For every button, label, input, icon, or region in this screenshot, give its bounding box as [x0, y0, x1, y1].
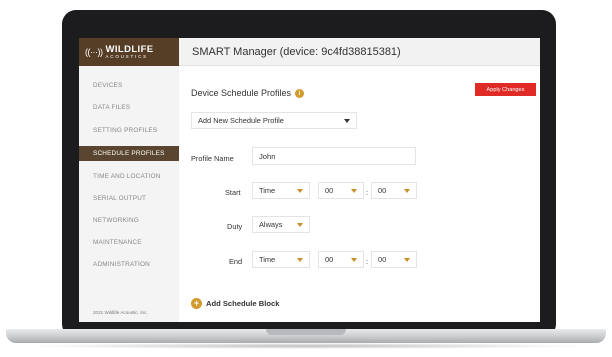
start-minute-select[interactable]: 00 [371, 182, 417, 199]
section-title: Device Schedule Profiles i [191, 88, 305, 98]
chevron-down-icon [351, 258, 357, 262]
add-schedule-block-label: Add Schedule Block [206, 299, 280, 308]
start-mode-select[interactable]: Time [252, 182, 310, 199]
plus-icon: + [191, 298, 202, 309]
brand-name: WILDLIFE [105, 43, 154, 55]
section-title-text: Device Schedule Profiles [191, 88, 292, 98]
copyright-text: 2021 Wildlife Acoustic, Inc. [93, 310, 148, 315]
start-mode-value: Time [259, 186, 276, 195]
start-label: Start [225, 188, 241, 197]
chevron-down-icon [351, 189, 357, 193]
info-icon[interactable]: i [295, 88, 305, 98]
chevron-down-icon [297, 223, 303, 227]
duty-value: Always [259, 220, 283, 229]
end-hour-value: 00 [325, 255, 334, 264]
time-separator: : [366, 188, 369, 197]
chevron-down-icon [344, 119, 350, 123]
end-minute-value: 00 [378, 255, 387, 264]
profile-name-input[interactable]: John [252, 147, 416, 165]
laptop-mockup: ((···)) WILDLIFE ACOUSTICS SMART Manager… [0, 0, 612, 357]
sidebar-item-time-and-location[interactable]: TIME AND LOCATION [79, 169, 179, 184]
profile-name-label: Profile Name [191, 154, 234, 163]
laptop-shadow [20, 343, 592, 349]
duty-select[interactable]: Always [252, 216, 310, 233]
chevron-down-icon [404, 258, 410, 262]
brand-wordmark: WILDLIFE ACOUSTICS [105, 43, 154, 60]
sidebar-item-networking[interactable]: NETWORKING [79, 213, 179, 228]
chevron-down-icon [297, 258, 303, 262]
laptop-notch [266, 329, 346, 335]
schedule-profile-select-value: Add New Schedule Profile [198, 116, 284, 125]
sidebar-item-serial-output[interactable]: SERIAL OUTPUT [79, 191, 179, 206]
schedule-profile-select[interactable]: Add New Schedule Profile [191, 112, 357, 129]
end-mode-value: Time [259, 255, 276, 264]
chevron-down-icon [404, 189, 410, 193]
sidebar-nav: DEVICES DATA FILES SETTING PROFILES SCHE… [79, 66, 179, 322]
duty-label: Duty [227, 222, 243, 231]
apply-changes-button[interactable]: Apply Changes [475, 83, 536, 96]
end-label: End [229, 257, 243, 266]
end-mode-select[interactable]: Time [252, 251, 310, 268]
add-schedule-block-button[interactable]: + Add Schedule Block [191, 298, 279, 309]
sidebar-item-administration[interactable]: ADMINISTRATION [79, 257, 179, 272]
main-content: Device Schedule Profiles i Apply Changes… [179, 66, 540, 322]
sidebar-item-devices[interactable]: DEVICES [79, 78, 179, 93]
sidebar-item-data-files[interactable]: DATA FILES [79, 100, 179, 115]
chevron-down-icon [297, 189, 303, 193]
sidebar-item-schedule-profiles[interactable]: SCHEDULE PROFILES [79, 146, 179, 161]
app-header: SMART Manager (device: 9c4fd38815381) [179, 38, 540, 66]
sidebar-item-setting-profiles[interactable]: SETTING PROFILES [79, 123, 179, 138]
page-title: SMART Manager (device: 9c4fd38815381) [192, 45, 401, 58]
time-separator: : [366, 257, 369, 266]
start-hour-value: 00 [325, 186, 334, 195]
brand-tagline: ACOUSTICS [105, 54, 148, 59]
sidebar-item-maintenance[interactable]: MAINTENANCE [79, 235, 179, 250]
start-minute-value: 00 [378, 186, 387, 195]
start-hour-select[interactable]: 00 [318, 182, 364, 199]
end-minute-select[interactable]: 00 [371, 251, 417, 268]
wave-icon: ((···)) [85, 47, 103, 57]
app-screen: ((···)) WILDLIFE ACOUSTICS SMART Manager… [79, 38, 540, 322]
brand-logo[interactable]: ((···)) WILDLIFE ACOUSTICS [79, 38, 179, 66]
end-hour-select[interactable]: 00 [318, 251, 364, 268]
